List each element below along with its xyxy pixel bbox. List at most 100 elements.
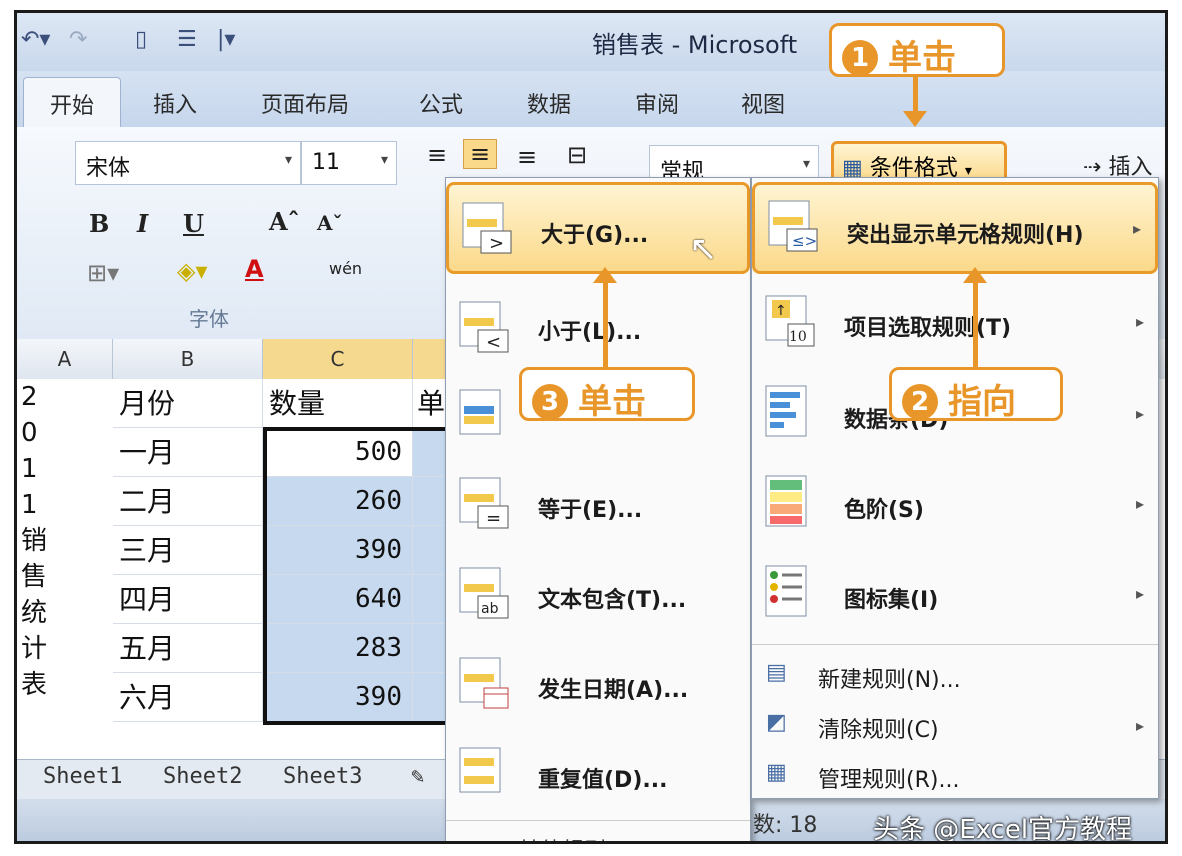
bold-button[interactable]: B xyxy=(89,209,109,238)
greater-than-icon: > xyxy=(462,202,512,254)
highlight-rules-icon: ≤> xyxy=(768,200,818,252)
callout-connector xyxy=(973,281,978,367)
shrink-font-icon[interactable]: Aˇ xyxy=(317,211,343,235)
tab-insert[interactable]: 插入 xyxy=(153,87,197,119)
menu-divider xyxy=(752,644,1158,645)
menu-item-manage-rules[interactable]: ▦ 管理规则(R)... xyxy=(752,750,1158,800)
top-bottom-icon: ↑10 xyxy=(765,295,815,347)
font-name-combo[interactable]: 宋体 ▾ xyxy=(75,141,301,185)
new-document-icon[interactable]: ▯ xyxy=(135,27,147,52)
status-count: 数: 18 xyxy=(753,813,818,838)
sheet-tab-3[interactable]: Sheet3 xyxy=(283,764,362,789)
column-header-a[interactable]: A xyxy=(17,339,113,379)
chevron-right-icon: ▸ xyxy=(1135,584,1144,603)
menu-item-text-contains[interactable]: ab 文本包含(T)... xyxy=(446,550,750,640)
month-cell[interactable]: 三月 xyxy=(113,526,263,575)
text-contains-icon: ab xyxy=(459,567,509,619)
svg-text:>: > xyxy=(489,233,504,254)
menu-item-less-than[interactable]: < 小于(L)... xyxy=(446,284,750,372)
column-header-b[interactable]: B xyxy=(113,339,263,379)
callout-connector xyxy=(913,75,918,113)
qty-cell[interactable]: 390 xyxy=(263,673,413,722)
qty-cell[interactable]: 500 xyxy=(263,428,413,477)
tab-page-layout[interactable]: 页面布局 xyxy=(261,87,349,119)
sheet-tab-1[interactable]: Sheet1 xyxy=(43,764,122,789)
color-scales-icon xyxy=(765,475,807,527)
month-cell[interactable]: 二月 xyxy=(113,477,263,526)
menu-item-more-rules[interactable]: 其他规则(M)... xyxy=(446,820,750,841)
align-top-icon[interactable]: ≡ xyxy=(427,141,447,169)
chevron-right-icon: ▸ xyxy=(1135,494,1144,513)
menu-item-greater-than[interactable]: > 大于(G)... ↖ xyxy=(446,182,750,274)
callout-step-2: 2 指向 xyxy=(889,367,1063,422)
arrow-up-icon xyxy=(963,267,987,283)
duplicate-values-icon xyxy=(459,747,501,793)
chevron-right-icon: ▸ xyxy=(1135,404,1144,423)
customize-toolbar-icon[interactable]: |▾ xyxy=(217,27,235,52)
wrap-text-icon[interactable]: ⊟ xyxy=(567,141,587,169)
qty-cell[interactable]: 640 xyxy=(263,575,413,624)
align-middle-icon[interactable]: ≡ xyxy=(463,139,498,169)
header-cell-qty[interactable]: 数量 xyxy=(263,379,413,428)
tab-review[interactable]: 审阅 xyxy=(635,87,679,119)
excel-window: ↶▾ ↷ ▯ ☰ |▾ 销售表 - Microsoft 开始 插入 页面布局 公… xyxy=(14,10,1168,844)
underline-button[interactable]: U xyxy=(183,209,204,238)
align-icon[interactable]: ☰ xyxy=(177,27,197,52)
border-icon[interactable]: ⊞▾ xyxy=(87,259,119,287)
svg-text:↑: ↑ xyxy=(775,303,787,319)
menu-item-clear-rules[interactable]: ◩ 清除规则(C) ▸ xyxy=(752,700,1158,750)
font-size-combo[interactable]: 11 ▾ xyxy=(301,141,397,185)
chevron-down-icon: ▾ xyxy=(380,152,388,168)
menu-item-highlight-cell-rules[interactable]: ≤> 突出显示单元格规则(H) ▸ xyxy=(752,182,1158,274)
menu-item-new-rule[interactable]: ▤ 新建规则(N)... xyxy=(752,650,1158,700)
menu-item-color-scales[interactable]: 色阶(S) ▸ xyxy=(752,458,1158,548)
column-header-c[interactable]: C xyxy=(263,339,413,379)
tab-home[interactable]: 开始 xyxy=(23,77,122,127)
menu-item-label: 发生日期(A)... xyxy=(538,678,689,703)
menu-item-label: 小于(L)... xyxy=(538,320,642,345)
between-icon xyxy=(459,389,501,435)
month-cell[interactable]: 六月 xyxy=(113,673,263,722)
qty-cell[interactable]: 390 xyxy=(263,526,413,575)
conditional-format-menu: ≤> 突出显示单元格规则(H) ▸ ↑10 项目选取规则(T) ▸ 数据条(D)… xyxy=(751,177,1159,799)
font-color-button[interactable]: A xyxy=(245,255,264,283)
menu-item-duplicate-values[interactable]: 重复值(D)... xyxy=(446,730,750,820)
step-badge: 2 xyxy=(902,384,938,420)
qty-cell[interactable]: 260 xyxy=(263,477,413,526)
sheet-tab-2[interactable]: Sheet2 xyxy=(163,764,242,789)
fill-color-icon[interactable]: ◈▾ xyxy=(177,257,208,285)
menu-item-date-occurring[interactable]: 发生日期(A)... xyxy=(446,640,750,730)
watermark: 头条 @Excel官方教程 xyxy=(873,815,1133,844)
tab-view[interactable]: 视图 xyxy=(741,87,785,119)
menu-item-label: 突出显示单元格规则(H) xyxy=(847,223,1084,248)
menu-item-icon-sets[interactable]: 图标集(I) ▸ xyxy=(752,548,1158,638)
redo-icon[interactable]: ↷ xyxy=(69,27,87,52)
menu-item-label: 清除规则(C) xyxy=(818,718,939,743)
chevron-right-icon: ▸ xyxy=(1135,312,1144,331)
tab-formulas[interactable]: 公式 xyxy=(419,87,463,119)
grow-font-icon[interactable]: Aˆ xyxy=(269,207,300,236)
callout-text: 单击 xyxy=(888,38,956,78)
menu-item-top-bottom-rules[interactable]: ↑ 10 项目选取规则(T) ▸ xyxy=(752,280,1158,368)
mouse-cursor-icon: ↖ xyxy=(689,229,718,269)
new-rule-icon: ▤ xyxy=(766,660,787,685)
phonetic-icon[interactable]: wén xyxy=(329,259,362,278)
menu-item-equal-to[interactable]: = 等于(E)... xyxy=(446,460,750,550)
font-size-value: 11 xyxy=(312,150,340,175)
italic-button[interactable]: I xyxy=(137,209,148,238)
month-cell[interactable]: 一月 xyxy=(113,428,263,477)
arrow-up-icon xyxy=(593,267,617,283)
header-cell-month[interactable]: 月份 xyxy=(113,379,263,428)
month-cell[interactable]: 五月 xyxy=(113,624,263,673)
month-cell[interactable]: 四月 xyxy=(113,575,263,624)
align-bottom-icon[interactable]: ≡ xyxy=(517,143,537,171)
chevron-down-icon: ▾ xyxy=(284,152,292,168)
tab-data[interactable]: 数据 xyxy=(527,87,571,119)
qty-cell[interactable]: 283 xyxy=(263,624,413,673)
menu-item-label: 色阶(S) xyxy=(844,498,924,523)
step-badge: 3 xyxy=(532,384,568,420)
insert-sheet-icon[interactable]: ✎ xyxy=(411,764,424,789)
menu-item-label: 大于(G)... xyxy=(541,223,649,248)
equal-to-icon: = xyxy=(459,477,509,529)
undo-icon[interactable]: ↶▾ xyxy=(21,27,50,52)
